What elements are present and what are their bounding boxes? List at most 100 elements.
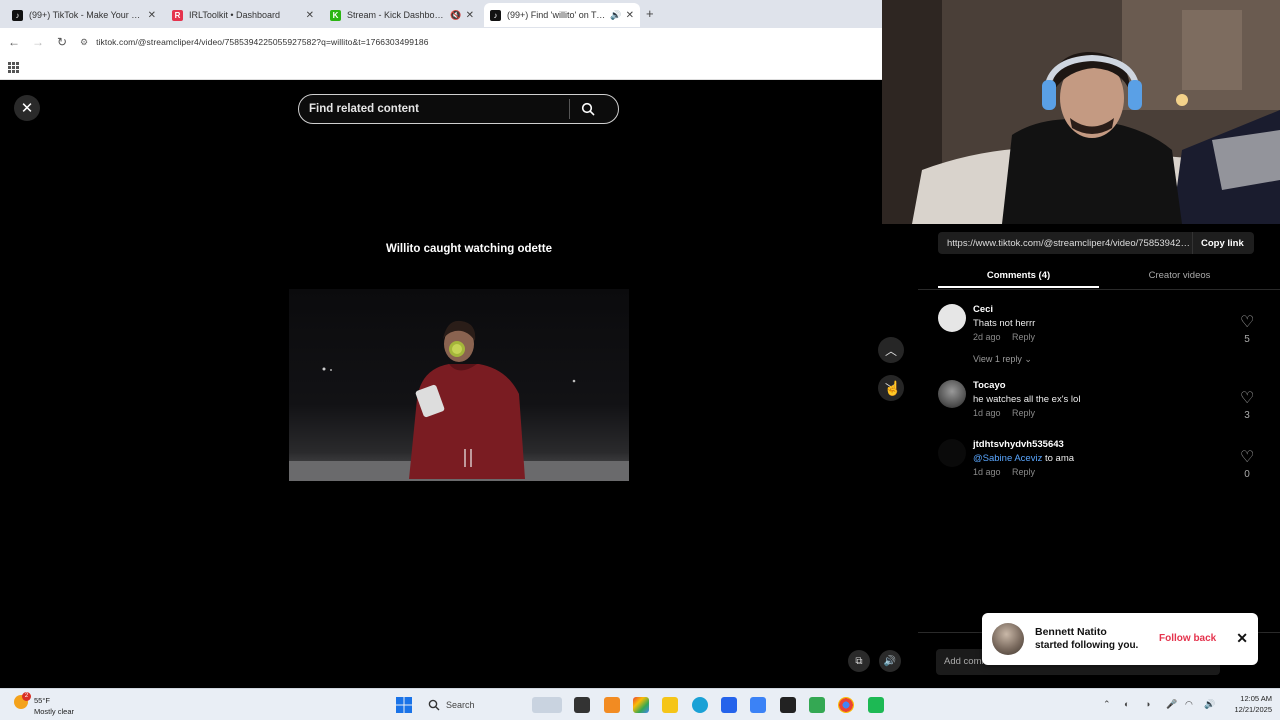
view-replies-button[interactable]: View 1 reply ⌄	[973, 354, 1032, 365]
close-icon: ✕	[20, 100, 34, 117]
notification-badge: 2	[22, 692, 31, 701]
close-notification-button[interactable]: ✕	[1236, 630, 1248, 647]
widgets-icon[interactable]	[532, 697, 562, 713]
tab-label: Stream - Kick Dashboard	[347, 10, 447, 20]
volume-button[interactable]: 🔊	[879, 650, 901, 672]
close-tab-icon[interactable]: ✕	[306, 10, 314, 21]
windows-taskbar: 2 55°F Mostly clear Search ⌃ ◐ ◑ 🎤 ◠ 🔊 1…	[0, 688, 1280, 720]
reload-icon[interactable]: ↻	[50, 35, 74, 49]
app-icon[interactable]	[604, 697, 620, 713]
url-field[interactable]: ⚙ tiktok.com/@streamcliper4/video/758539…	[80, 32, 860, 52]
app-icon[interactable]	[780, 697, 796, 713]
comment-author[interactable]: Ceci	[973, 304, 993, 315]
divider	[918, 289, 1280, 290]
reply-button[interactable]: Reply	[1012, 408, 1035, 418]
comment-item: Tocayo he watches all the ex's lol 1d ag…	[938, 380, 1260, 430]
like-button[interactable]: ♡ 5	[1240, 312, 1254, 345]
speaker-icon[interactable]: 🔊	[610, 10, 621, 21]
kick-icon: K	[330, 9, 341, 21]
follow-back-button[interactable]: Follow back	[1159, 633, 1216, 644]
tab-label: (99+) Find 'willito' on TikTok	[507, 10, 607, 20]
comment-author[interactable]: Tocayo	[973, 380, 1006, 391]
apps-grid-icon[interactable]	[8, 62, 19, 73]
taskbar-clock[interactable]: 12:05 AM 12/21/2025	[1226, 693, 1272, 715]
notification-username[interactable]: Bennett Natito	[1035, 626, 1107, 638]
weather-condition: Mostly clear	[34, 707, 75, 716]
tab-creator-videos[interactable]: Creator videos	[1099, 266, 1260, 288]
avatar[interactable]	[992, 623, 1024, 655]
muted-speaker-icon[interactable]: 🔇	[450, 10, 461, 21]
search-button[interactable]	[570, 102, 606, 116]
close-tab-icon[interactable]: ✕	[148, 10, 156, 21]
chevron-up-icon[interactable]: ⌃	[1103, 699, 1111, 710]
comment-meta: 1d ago Reply	[973, 467, 1035, 477]
pip-icon: ⧉	[855, 655, 863, 667]
picture-in-picture-button[interactable]: ⧉	[848, 650, 870, 672]
back-arrow-icon[interactable]: ←	[2, 35, 26, 49]
video-player[interactable]: Willito caught watching odette	[289, 126, 629, 688]
comment-meta: 2d ago Reply	[973, 332, 1035, 342]
close-tab-icon[interactable]: ✕	[626, 10, 634, 21]
tray-app-icon[interactable]: ◑	[1145, 699, 1150, 709]
tab-tiktok-home[interactable]: ♪ (99+) TikTok - Make Your Day ✕	[6, 3, 162, 27]
tab-irltoolkit[interactable]: R IRLToolkit • Dashboard ✕	[166, 3, 320, 27]
task-view-icon[interactable]	[574, 697, 590, 713]
like-button[interactable]: ♡ 0	[1240, 447, 1254, 480]
heart-icon: ♡	[1240, 449, 1255, 466]
app-icon[interactable]	[868, 697, 884, 713]
previous-video-button[interactable]: ︿	[878, 337, 904, 363]
copilot-icon[interactable]	[633, 697, 649, 713]
reply-button[interactable]: Reply	[1012, 332, 1035, 342]
clock-date: 12/21/2025	[1234, 705, 1272, 714]
tab-comments[interactable]: Comments (4)	[938, 266, 1099, 288]
wifi-icon[interactable]: ◠	[1185, 699, 1193, 710]
microphone-icon[interactable]: 🎤	[1166, 699, 1177, 710]
close-tab-icon[interactable]: ✕	[466, 10, 474, 21]
comment-text: he watches all the ex's lol	[973, 394, 1081, 405]
store-icon[interactable]	[721, 697, 737, 713]
related-search-input[interactable]	[299, 103, 569, 115]
panel-tabs: Comments (4) Creator videos	[938, 266, 1260, 288]
close-icon: ✕	[1236, 630, 1248, 646]
url-text[interactable]: tiktok.com/@streamcliper4/video/75853942…	[96, 37, 428, 47]
site-settings-icon[interactable]: ⚙	[80, 37, 88, 48]
file-explorer-icon[interactable]	[662, 697, 678, 713]
comment-text-rest: to ama	[1042, 453, 1075, 464]
edge-icon[interactable]	[692, 697, 708, 713]
tiktok-icon: ♪	[12, 9, 23, 21]
tray-app-icon[interactable]: ◐	[1124, 699, 1129, 709]
share-link-text[interactable]: https://www.tiktok.com/@streamcliper4/vi…	[938, 238, 1192, 249]
close-viewer-button[interactable]: ✕	[14, 95, 40, 121]
video-frame	[289, 289, 629, 481]
taskbar-search-label: Search	[446, 700, 475, 710]
new-tab-button[interactable]: +	[646, 6, 654, 21]
mail-icon[interactable]	[750, 697, 766, 713]
address-bar: ← → ↻ ⚙ tiktok.com/@streamcliper4/video/…	[0, 28, 882, 56]
avatar[interactable]	[938, 304, 966, 332]
webcam-overlay	[882, 0, 1280, 224]
avatar[interactable]	[938, 380, 966, 408]
tab-label: IRLToolkit • Dashboard	[189, 10, 281, 20]
related-search	[298, 94, 619, 124]
tab-label: (99+) TikTok - Make Your Day	[29, 10, 144, 20]
minecraft-icon[interactable]	[809, 697, 825, 713]
browser-tab-bar: ♪ (99+) TikTok - Make Your Day ✕ R IRLTo…	[0, 0, 882, 28]
avatar[interactable]	[938, 439, 966, 467]
like-button[interactable]: ♡ 3	[1240, 388, 1254, 421]
tab-kick-dashboard[interactable]: K Stream - Kick Dashboard 🔇 ✕	[324, 3, 480, 27]
weather-temperature: 55°F	[34, 696, 50, 705]
copy-link-button[interactable]: Copy link	[1192, 232, 1244, 254]
speaker-icon[interactable]: 🔊	[1204, 699, 1215, 710]
video-caption: Willito caught watching odette	[385, 243, 552, 255]
comment-mention[interactable]: @Sabine Aceviz	[973, 453, 1042, 464]
comment-meta: 1d ago Reply	[973, 408, 1035, 418]
chrome-icon[interactable]	[838, 697, 854, 713]
streamer-webcam-image	[882, 0, 1280, 224]
taskbar-search[interactable]: Search	[420, 695, 530, 715]
forward-arrow-icon[interactable]: →	[26, 35, 50, 49]
start-button[interactable]	[396, 697, 412, 713]
reply-button[interactable]: Reply	[1012, 467, 1035, 477]
comment-author[interactable]: jtdhtsvhydvh535643	[973, 439, 1064, 450]
comment-item: Ceci Thats not herrr 2d ago Reply ♡ 5	[938, 304, 1260, 354]
tab-tiktok-search[interactable]: ♪ (99+) Find 'willito' on TikTok 🔊 ✕	[484, 3, 640, 27]
